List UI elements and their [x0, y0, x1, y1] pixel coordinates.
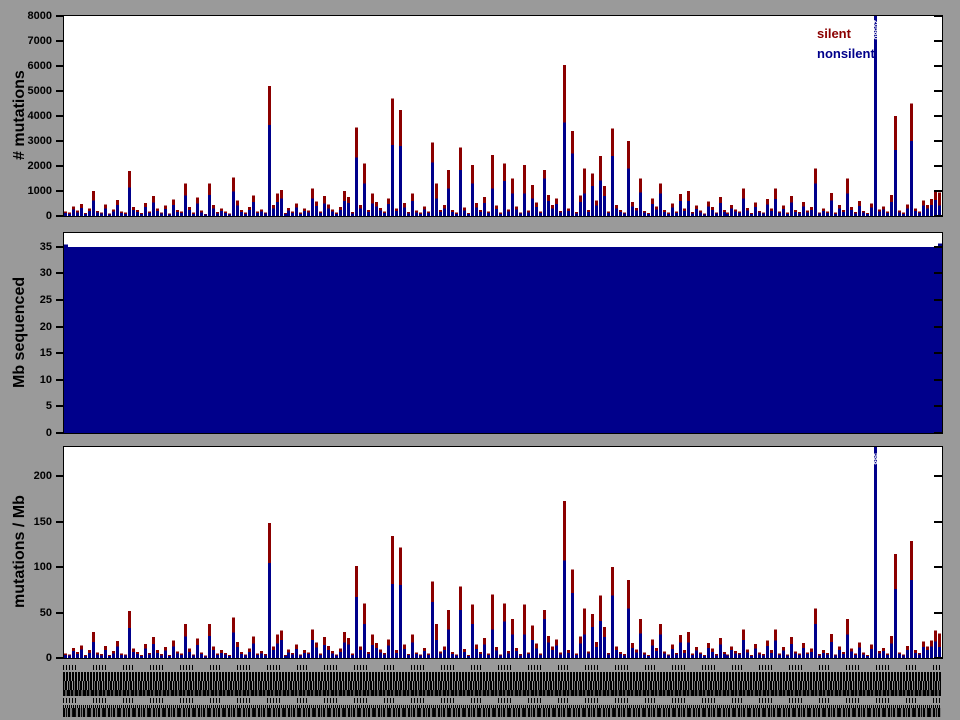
y-tick — [934, 612, 942, 614]
y-tick — [56, 190, 63, 192]
bars-mutations-per-mb — [64, 447, 942, 658]
y-tick — [56, 326, 63, 328]
y-tick-label: 3000 — [8, 136, 52, 147]
y-tick-label: 2000 — [8, 161, 52, 172]
y-tick — [56, 65, 63, 67]
y-tick — [934, 165, 942, 167]
y-tick — [934, 405, 942, 407]
y-tick — [934, 566, 942, 568]
y-tick — [934, 352, 942, 354]
y-tick — [934, 65, 942, 67]
y-tick — [56, 352, 63, 354]
y-tick-label: 35 — [8, 242, 52, 253]
y-tick — [56, 246, 63, 248]
y-tick — [934, 299, 942, 301]
y-tick — [56, 299, 63, 301]
y-tick-label: 20 — [8, 322, 52, 333]
y-tick — [56, 405, 63, 407]
y-tick — [56, 115, 63, 117]
y-tick — [56, 432, 63, 434]
y-tick-label: 8000 — [8, 11, 52, 22]
overflow-value-label-rate: 588 — [872, 453, 879, 465]
panel-mutations-per-mb: 588 050100150200 — [63, 446, 943, 659]
y-tick — [56, 379, 63, 381]
y-tick — [56, 90, 63, 92]
y-tick — [56, 215, 63, 217]
overflow-value-label-mutations: 20580 — [872, 20, 879, 39]
y-tick — [934, 326, 942, 328]
y-tick — [56, 140, 63, 142]
y-tick — [934, 521, 942, 523]
y-tick — [934, 272, 942, 274]
y-tick — [56, 521, 63, 523]
bars-num-mutations — [64, 16, 942, 216]
y-tick-label: 5000 — [8, 86, 52, 97]
y-tick-label: 0 — [8, 211, 52, 222]
y-tick — [56, 40, 63, 42]
y-tick — [56, 657, 63, 659]
y-tick — [56, 15, 63, 17]
y-tick — [934, 475, 942, 477]
y-tick — [934, 140, 942, 142]
y-tick — [56, 566, 63, 568]
y-tick-label: 5 — [8, 401, 52, 412]
y-tick-label: 25 — [8, 295, 52, 306]
x-axis-sample-labels — [63, 661, 941, 720]
y-tick — [934, 379, 942, 381]
mutation-rate-figure: # mutations Mb sequenced mutations / Mb … — [0, 0, 960, 720]
y-tick-label: 0 — [8, 653, 52, 664]
y-tick — [934, 432, 942, 434]
x-labels-texture-row — [63, 708, 941, 717]
x-labels-texture-row — [63, 681, 941, 690]
y-tick-label: 6000 — [8, 61, 52, 72]
y-tick — [934, 246, 942, 248]
y-tick — [934, 657, 942, 659]
x-labels-texture-row — [63, 672, 941, 681]
y-tick — [934, 215, 942, 217]
y-tick — [56, 165, 63, 167]
y-tick-label: 50 — [8, 608, 52, 619]
y-tick — [934, 90, 942, 92]
y-tick — [56, 612, 63, 614]
y-tick — [934, 115, 942, 117]
y-tick-label: 1000 — [8, 186, 52, 197]
y-tick-label: 100 — [8, 562, 52, 573]
y-tick — [934, 15, 942, 17]
y-tick — [934, 40, 942, 42]
y-tick-label: 30 — [8, 268, 52, 279]
y-tick — [934, 190, 942, 192]
y-tick-label: 150 — [8, 517, 52, 528]
y-tick-label: 0 — [8, 428, 52, 439]
panel-num-mutations: silent nonsilent 20580 01000200030004000… — [63, 15, 943, 217]
y-tick-label: 10 — [8, 375, 52, 386]
panel-mb-sequenced: 05101520253035 — [63, 232, 943, 434]
y-tick — [56, 272, 63, 274]
y-tick-label: 7000 — [8, 36, 52, 47]
bars-mb-sequenced — [64, 233, 942, 433]
y-tick-label: 4000 — [8, 111, 52, 122]
y-tick-label: 200 — [8, 471, 52, 482]
y-tick — [56, 475, 63, 477]
y-tick-label: 15 — [8, 348, 52, 359]
